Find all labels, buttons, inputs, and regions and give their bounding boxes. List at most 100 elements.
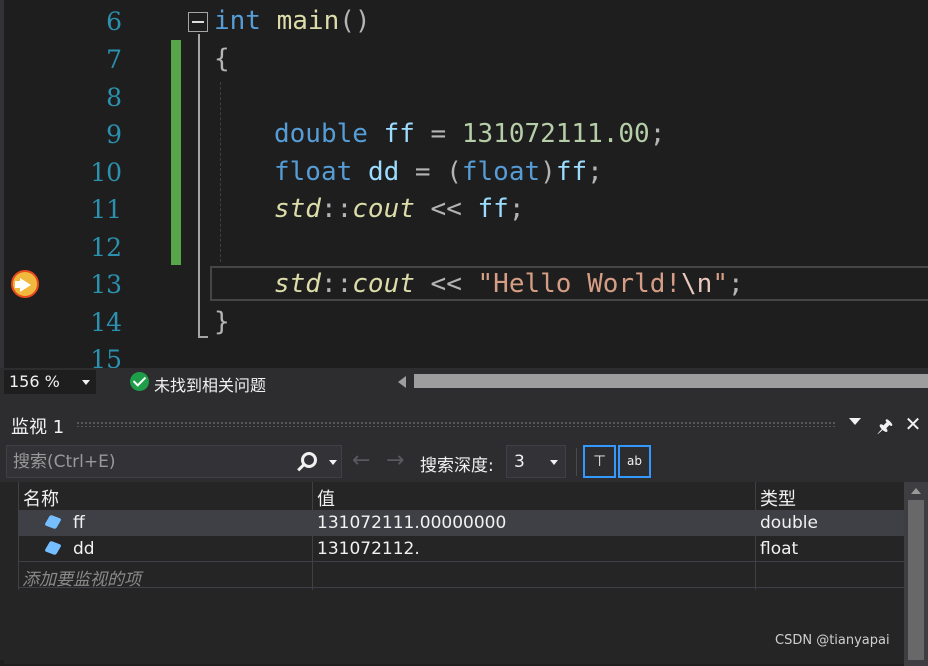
search-depth-value: 3 bbox=[514, 452, 525, 472]
scroll-up-icon[interactable] bbox=[911, 488, 921, 494]
column-divider[interactable] bbox=[755, 482, 756, 590]
code-token: cout bbox=[352, 269, 415, 299]
forward-arrow-icon[interactable]: → bbox=[386, 448, 404, 473]
code-token: int bbox=[214, 6, 261, 36]
column-header-value[interactable]: 值 bbox=[317, 485, 335, 511]
pin-icon[interactable]: 🖈 bbox=[874, 414, 896, 444]
watch-title: 监视 1 bbox=[11, 417, 65, 438]
scroll-left-icon[interactable] bbox=[398, 376, 406, 388]
drag-grip[interactable] bbox=[76, 421, 836, 427]
fold-guide-end bbox=[198, 336, 208, 338]
column-divider bbox=[18, 482, 19, 590]
add-watch-placeholder[interactable]: 添加要监视的项 bbox=[22, 565, 141, 590]
code-token: ; bbox=[649, 119, 666, 149]
watch-name[interactable]: ff bbox=[73, 513, 85, 533]
code-token: main bbox=[276, 6, 340, 36]
line-number: 7 bbox=[106, 45, 122, 74]
code-line-6[interactable]: int main() bbox=[214, 3, 371, 40]
horizontal-scrollbar[interactable] bbox=[414, 374, 928, 388]
code-token: cout bbox=[352, 194, 415, 224]
watermark: CSDN @tianyapai bbox=[775, 633, 890, 648]
column-header-type[interactable]: 类型 bbox=[760, 485, 796, 511]
code-line-13[interactable]: std::cout << "Hello World!\n"; bbox=[274, 266, 744, 303]
zoom-level: 156 % bbox=[9, 372, 60, 391]
code-token: :: bbox=[320, 194, 353, 224]
editor-margin bbox=[0, 0, 4, 368]
code-line-11[interactable]: std::cout << ff; bbox=[274, 191, 525, 228]
chevron-down-icon[interactable] bbox=[329, 460, 337, 465]
code-line-10[interactable]: float dd = (float)ff; bbox=[274, 154, 603, 191]
code-line-9[interactable]: double ff = 131072111.00; bbox=[274, 116, 665, 153]
filter-icon: ⊤ bbox=[592, 452, 607, 470]
code-token: dd bbox=[367, 157, 400, 187]
chevron-down-icon bbox=[82, 380, 90, 385]
line-number: 11 bbox=[90, 195, 122, 224]
line-number: 9 bbox=[106, 120, 122, 149]
code-line-14[interactable]: } bbox=[214, 304, 230, 341]
change-indicator-bar bbox=[171, 40, 181, 265]
zoom-dropdown[interactable]: 156 % bbox=[4, 370, 96, 394]
code-editor[interactable]: 6 7 8 9 10 11 12 13 14 15 int main() { d… bbox=[0, 0, 928, 368]
column-divider[interactable] bbox=[312, 482, 313, 590]
variable-icon bbox=[44, 514, 62, 530]
back-arrow-icon[interactable]: ← bbox=[352, 448, 370, 473]
line-number: 10 bbox=[90, 158, 122, 187]
table-row[interactable]: ff 131072111.00000000 double bbox=[18, 510, 904, 536]
code-token: ff bbox=[383, 119, 415, 149]
hex-display-button[interactable]: ab bbox=[618, 445, 651, 478]
execution-pointer-icon bbox=[11, 270, 39, 298]
panel-splitter[interactable] bbox=[0, 396, 928, 406]
code-token: ; bbox=[508, 194, 525, 224]
scrollbar-thumb[interactable] bbox=[908, 500, 924, 660]
table-header: 名称 值 类型 bbox=[4, 482, 904, 510]
search-depth-select[interactable]: 3 bbox=[506, 445, 566, 478]
check-circle-icon bbox=[130, 372, 149, 391]
chevron-down-icon bbox=[550, 460, 558, 465]
collapse-icon[interactable] bbox=[188, 12, 208, 32]
code-token: double bbox=[274, 119, 368, 149]
watch-value[interactable]: 131072112. bbox=[317, 539, 420, 559]
filter-pin-button[interactable]: ⊤ bbox=[583, 445, 616, 478]
search-icon[interactable] bbox=[301, 452, 317, 468]
column-header-name[interactable]: 名称 bbox=[23, 485, 59, 511]
window-menu-icon[interactable] bbox=[849, 418, 861, 425]
fold-guide bbox=[198, 34, 200, 338]
line-number: 15 bbox=[90, 345, 122, 368]
code-token: } bbox=[214, 307, 230, 337]
watch-value[interactable]: 131072111.00000000 bbox=[317, 513, 506, 533]
watch-window: 监视 1 🖈 ✕ ← → 搜索深度: 3 ⊤ ab 名称 值 类型 ff bbox=[0, 406, 928, 666]
code-token: "Hello World! bbox=[477, 269, 682, 299]
issues-status[interactable]: 未找到相关问题 bbox=[154, 372, 266, 396]
variable-icon bbox=[44, 540, 62, 556]
watch-type: double bbox=[760, 513, 818, 533]
watch-name[interactable]: dd bbox=[73, 539, 95, 559]
close-icon[interactable]: ✕ bbox=[902, 412, 924, 436]
code-token: = bbox=[399, 157, 447, 187]
code-token: :: bbox=[320, 269, 353, 299]
table-row[interactable]: dd 131072112. float bbox=[18, 536, 904, 562]
line-number: 12 bbox=[90, 233, 122, 262]
search-box[interactable] bbox=[6, 445, 342, 478]
code-token: std bbox=[274, 194, 321, 224]
hex-icon: ab bbox=[627, 454, 642, 468]
search-input[interactable] bbox=[7, 446, 297, 477]
vertical-scrollbar[interactable] bbox=[904, 482, 928, 666]
watch-title-bar[interactable]: 监视 1 🖈 ✕ bbox=[0, 406, 928, 442]
add-watch-row[interactable]: 添加要监视的项 bbox=[18, 562, 904, 590]
watch-table: 名称 值 类型 ff 131072111.00000000 double dd … bbox=[4, 482, 904, 664]
search-depth-label: 搜索深度: bbox=[420, 456, 494, 476]
code-token: ) bbox=[540, 157, 556, 187]
code-token: float bbox=[461, 157, 541, 187]
indent-guide bbox=[220, 82, 221, 262]
code-token: () bbox=[339, 6, 371, 36]
code-token: = bbox=[414, 119, 462, 149]
code-token: ; bbox=[587, 157, 603, 187]
line-number: 13 bbox=[90, 270, 122, 299]
code-line-7[interactable]: { bbox=[214, 41, 230, 78]
code-token: << bbox=[414, 194, 478, 224]
code-token: \n bbox=[681, 269, 713, 299]
code-token: ff bbox=[477, 194, 509, 224]
code-token: 131072111.00 bbox=[461, 119, 650, 149]
code-token: { bbox=[214, 44, 230, 74]
code-token: << bbox=[414, 269, 478, 299]
